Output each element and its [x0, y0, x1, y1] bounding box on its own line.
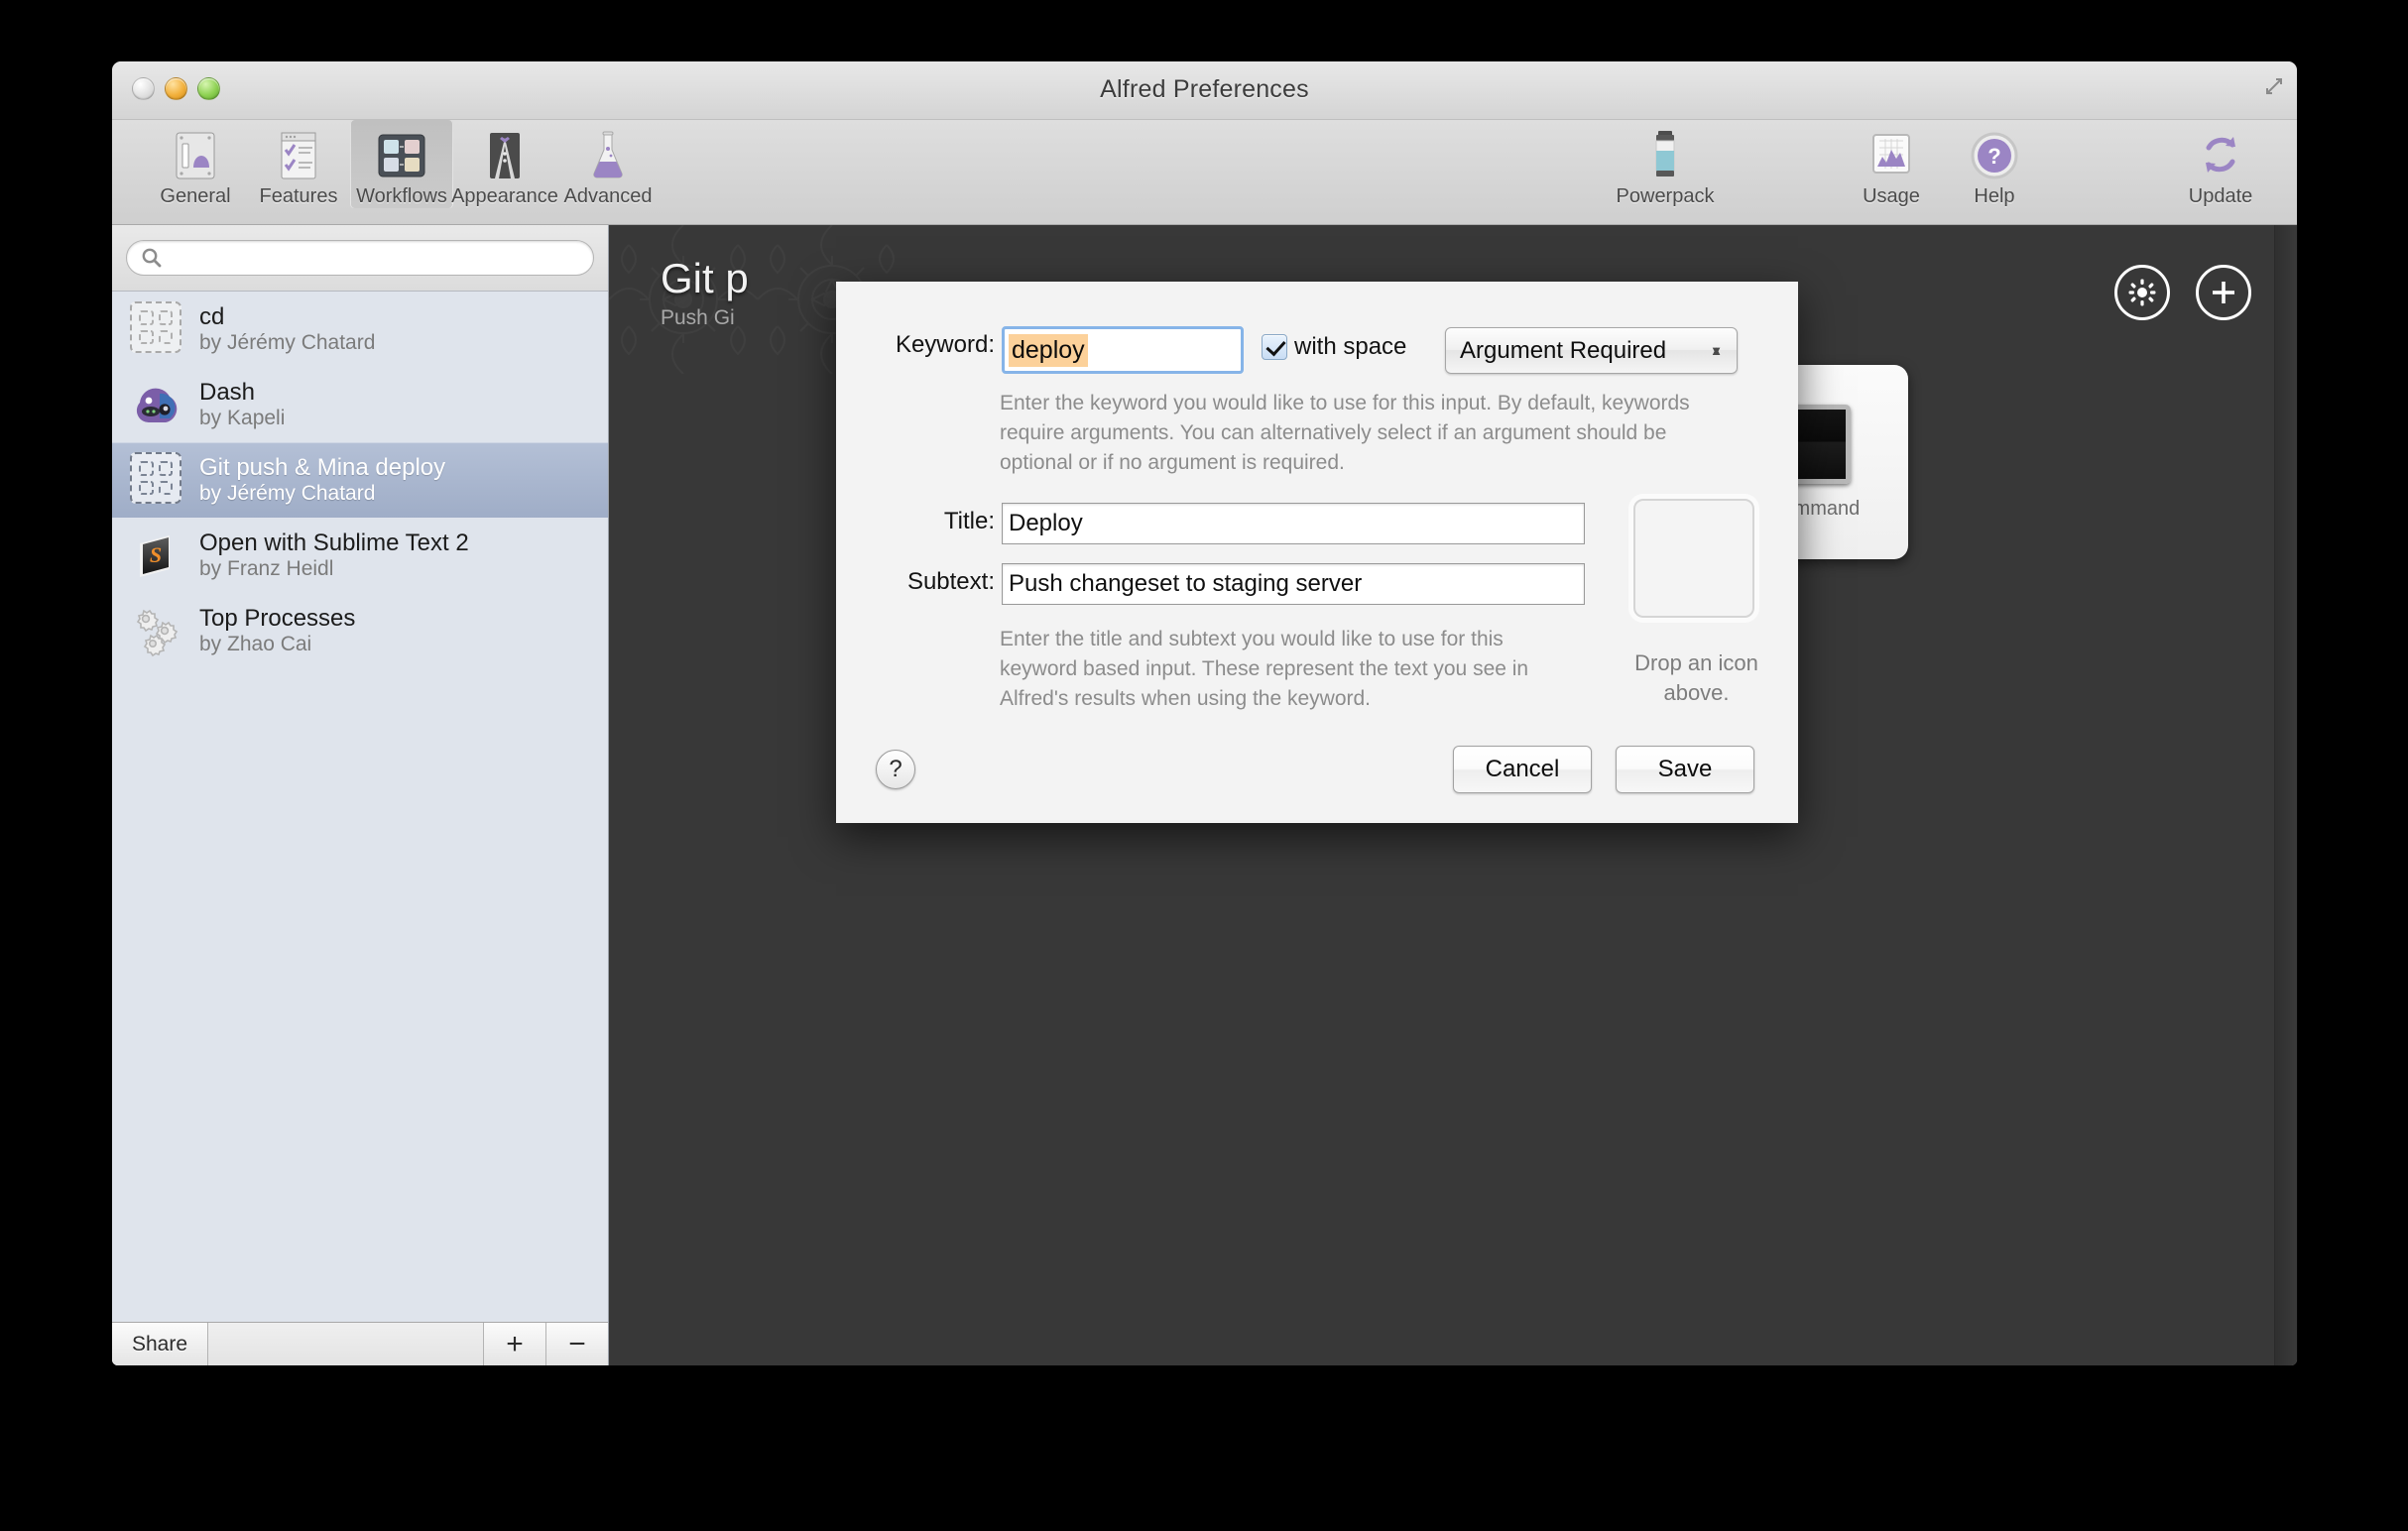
workflow-list: cd by Jérémy Chatard Dash by Kapeli Git … [112, 292, 608, 1322]
tab-usage-label: Usage [1863, 185, 1920, 207]
share-button[interactable]: Share [112, 1323, 208, 1365]
general-icon [174, 127, 217, 184]
keyword-input-value: deploy [1009, 333, 1088, 367]
with-space-label: with space [1294, 333, 1407, 360]
page-subtitle: Push Gi [661, 306, 735, 330]
tab-features-label: Features [259, 185, 338, 207]
remove-workflow-button[interactable]: − [546, 1323, 608, 1365]
add-object-button[interactable] [2196, 265, 2251, 320]
workflow-name: Dash [199, 378, 256, 406]
tab-powerpack-label: Powerpack [1616, 185, 1715, 207]
settings-gear-button[interactable] [2114, 265, 2170, 320]
with-space-checkbox-row[interactable]: with space [1262, 333, 1406, 361]
features-icon [277, 127, 320, 184]
argument-mode-select[interactable]: Argument Required ▲ ▼ [1445, 327, 1738, 374]
toolbar-right-group: Powerpack Usage ? Help Update [1614, 120, 2272, 208]
subtext-label: Subtext: [906, 568, 995, 595]
title-subtext-help-text: Enter the title and subtext you would li… [1000, 628, 1529, 710]
placeholder-workflow-icon [130, 301, 185, 357]
toolbar-gap [1717, 120, 1840, 208]
workflow-name: Open with Sublime Text 2 [199, 529, 469, 556]
tab-help[interactable]: ? Help [1943, 120, 2046, 208]
powerpack-battery-icon [1645, 127, 1685, 184]
keyword-input-configuration-sheet: Keyword: deploy with space Argument Requ… [836, 282, 1798, 823]
keyword-input[interactable]: deploy [1002, 326, 1244, 374]
save-button[interactable]: Save [1616, 746, 1754, 793]
page-title: Git p [661, 255, 749, 301]
workflow-author: by Kapeli [199, 406, 286, 429]
workflow-author: by Zhao Cai [199, 632, 312, 655]
usage-chart-icon [1867, 127, 1915, 184]
cancel-button[interactable]: Cancel [1453, 746, 1592, 793]
keyword-label: Keyword: [895, 331, 995, 358]
sidebar-search-area [112, 225, 608, 292]
tab-general-label: General [160, 185, 231, 207]
workflow-name: Git push & Mina deploy [199, 453, 446, 481]
canvas-vertical-scrollbar[interactable] [2274, 225, 2297, 1365]
tab-usage[interactable]: Usage [1840, 120, 1943, 208]
sheet-help-button[interactable]: ? [876, 750, 915, 789]
tab-advanced-label: Advanced [563, 185, 653, 207]
dash-app-icon [130, 377, 185, 432]
gear-icon [2128, 279, 2156, 306]
tab-help-label: Help [1974, 185, 2015, 207]
list-item[interactable]: Top Processes by Zhao Cai [112, 593, 608, 668]
gears-icon [130, 603, 185, 658]
tab-features[interactable]: Features [247, 120, 350, 208]
argument-mode-value: Argument Required [1460, 336, 1667, 364]
screenshot-root: Alfred Preferences General Features Work… [0, 0, 2408, 1531]
workflow-name: cd [199, 302, 225, 330]
tab-update-label: Update [2188, 185, 2253, 207]
svg-text:?: ? [1987, 144, 2000, 169]
search-icon [142, 248, 162, 268]
tab-advanced[interactable]: Advanced [556, 120, 660, 208]
svg-text:S: S [150, 542, 162, 567]
workflow-name: Top Processes [199, 604, 356, 632]
with-space-checkbox[interactable] [1262, 334, 1287, 360]
toolbar-gap-2 [2046, 120, 2169, 208]
window-title: Alfred Preferences [1100, 75, 1309, 103]
tab-general[interactable]: General [144, 120, 247, 208]
list-item[interactable]: S Open with Sublime Text 2 by Franz Heid… [112, 518, 608, 593]
list-item-selected[interactable]: Git push & Mina deploy by Jérémy Chatard [112, 442, 608, 518]
title-input[interactable] [1002, 503, 1585, 544]
workflow-author: by Franz Heidl [199, 556, 334, 580]
workflow-author: by Jérémy Chatard [199, 330, 376, 354]
sidebar-bottom-filler [208, 1323, 484, 1365]
workflow-author: by Jérémy Chatard [199, 481, 376, 505]
tab-workflows-label: Workflows [356, 185, 447, 207]
tab-appearance-label: Appearance [451, 185, 558, 207]
workflow-sidebar: cd by Jérémy Chatard Dash by Kapeli Git … [112, 225, 609, 1365]
list-item[interactable]: Dash by Kapeli [112, 367, 608, 442]
canvas-workflow-header: Git p Push Gi [661, 255, 749, 330]
tab-workflows[interactable]: Workflows [350, 120, 453, 208]
add-workflow-button[interactable]: + [484, 1323, 546, 1365]
preferences-toolbar: General Features Workflows Appearance Ad… [112, 120, 2297, 225]
advanced-icon [586, 127, 630, 184]
sublime-text-icon: S [130, 528, 185, 583]
keyword-help-text: Enter the keyword you would like to use … [1000, 392, 1690, 474]
icon-drop-caption: Drop an icon above. [1634, 650, 1758, 706]
update-refresh-icon [2195, 127, 2246, 184]
alfred-preferences-window: Alfred Preferences General Features Work… [112, 61, 2297, 1365]
resize-grip-icon[interactable] [2263, 75, 2285, 97]
placeholder-workflow-icon [130, 452, 185, 508]
help-question-icon: ? [1970, 127, 2019, 184]
search-input[interactable] [171, 246, 551, 270]
appearance-icon [483, 127, 527, 184]
plus-icon [2213, 282, 2234, 303]
window-titlebar: Alfred Preferences [112, 61, 2297, 120]
toolbar-left-group: General Features Workflows Appearance Ad… [144, 120, 660, 208]
subtext-input[interactable] [1002, 563, 1585, 605]
sidebar-bottom-bar: Share + − [112, 1322, 608, 1365]
canvas-action-buttons [2114, 265, 2251, 320]
workflows-icon [376, 127, 427, 184]
tab-powerpack[interactable]: Powerpack [1614, 120, 1717, 208]
list-item[interactable]: cd by Jérémy Chatard [112, 292, 608, 367]
title-label: Title: [943, 508, 995, 534]
search-field[interactable] [126, 240, 594, 276]
tab-appearance[interactable]: Appearance [451, 120, 558, 208]
icon-drop-well[interactable] [1633, 499, 1754, 618]
tab-update[interactable]: Update [2169, 120, 2272, 208]
